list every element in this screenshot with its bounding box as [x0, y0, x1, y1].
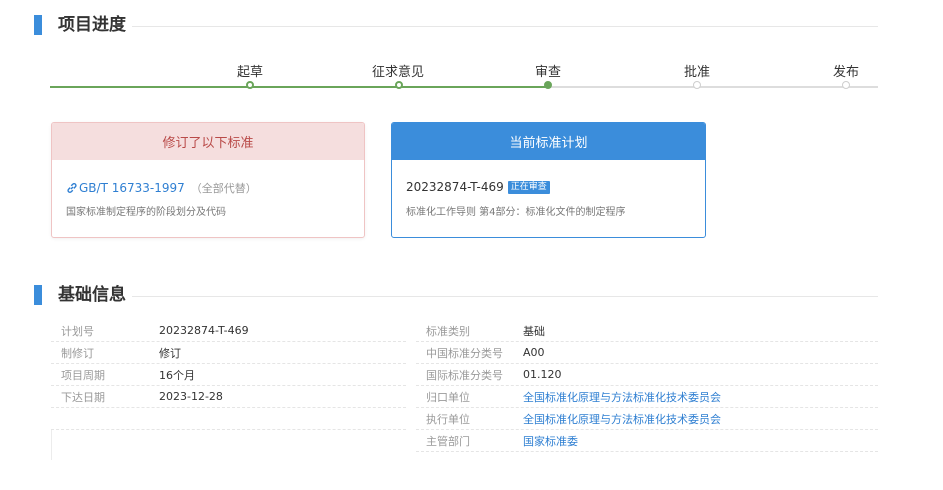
step-dot-draft	[246, 81, 254, 89]
info-row-executing-unit: 执行单位 全国标准化原理与方法标准化技术委员会	[416, 408, 878, 430]
info-row-empty	[51, 408, 406, 430]
current-plan-header: 当前标准计划	[392, 123, 705, 160]
current-plan-name: 标准化工作导则 第4部分：标准化文件的制定程序	[406, 207, 626, 218]
info-label: 制修订	[61, 346, 94, 360]
step-label-publish: 发布	[832, 65, 859, 80]
link-chain-icon	[67, 183, 77, 193]
info-row-ics: 国际标准分类号 01.120	[416, 364, 878, 386]
info-row-ccs: 中国标准分类号 A00	[416, 342, 878, 364]
competent-department-link[interactable]: 国家标准委	[523, 433, 578, 449]
progress-line-todo	[548, 86, 878, 88]
step-label-draft: 起草	[236, 65, 263, 80]
step-dot-approve	[693, 81, 701, 89]
basic-info-section-rule	[132, 296, 878, 297]
section-accent-bar	[34, 15, 42, 35]
info-value: 16个月	[159, 368, 195, 382]
revised-standard-card: 修订了以下标准 GB/T 16733-1997 （全部代替） 国家标准制定程序的…	[51, 122, 365, 238]
step-label-review: 审查	[534, 65, 561, 80]
info-label: 计划号	[61, 324, 94, 338]
info-label: 主管部门	[426, 434, 470, 448]
info-row-plan-number: 计划号 20232874-T-469	[51, 320, 406, 342]
info-label: 标准类别	[426, 324, 470, 338]
info-value: A00	[523, 346, 545, 359]
info-label: 国际标准分类号	[426, 368, 503, 382]
info-value: 20232874-T-469	[159, 324, 249, 337]
progress-section-header: 项目进度	[34, 15, 126, 35]
progress-section-title: 项目进度	[58, 15, 126, 35]
info-row-project-period: 项目周期 16个月	[51, 364, 406, 386]
basic-info-section-header: 基础信息	[34, 285, 126, 305]
info-row-standard-category: 标准类别 基础	[416, 320, 878, 342]
step-dot-comment	[395, 81, 403, 89]
info-label: 下达日期	[61, 390, 105, 404]
info-value: 基础	[523, 324, 545, 338]
info-value: 01.120	[523, 368, 562, 381]
step-dot-review	[544, 81, 552, 89]
info-table-left-border	[51, 430, 52, 460]
revised-standard-code-link[interactable]: GB/T 16733-1997	[79, 181, 185, 195]
revised-standard-line: GB/T 16733-1997 （全部代替）	[66, 180, 257, 196]
info-value: 2023-12-28	[159, 390, 223, 403]
executing-unit-link[interactable]: 全国标准化原理与方法标准化技术委员会	[523, 411, 721, 427]
progress-section-rule	[132, 26, 878, 27]
info-label: 项目周期	[61, 368, 105, 382]
info-label: 归口单位	[426, 390, 470, 404]
step-dot-publish	[842, 81, 850, 89]
info-label: 中国标准分类号	[426, 346, 503, 360]
revised-standard-name: 国家标准制定程序的阶段划分及代码	[66, 207, 226, 218]
info-row-responsible-unit: 归口单位 全国标准化原理与方法标准化技术委员会	[416, 386, 878, 408]
info-row-issue-date: 下达日期 2023-12-28	[51, 386, 406, 408]
current-plan-line: 20232874-T-469 正在审查	[406, 180, 550, 194]
current-plan-card: 当前标准计划 20232874-T-469 正在审查 标准化工作导则 第4部分：…	[391, 122, 706, 238]
info-row-revision-type: 制修订 修订	[51, 342, 406, 364]
step-label-comment: 征求意见	[371, 65, 424, 80]
info-row-competent-department: 主管部门 国家标准委	[416, 430, 878, 452]
info-value: 修订	[159, 346, 181, 360]
step-label-approve: 批准	[683, 65, 710, 80]
info-row-empty	[51, 430, 406, 452]
status-badge: 正在审查	[507, 180, 550, 194]
revised-card-header: 修订了以下标准	[52, 123, 364, 160]
responsible-unit-link[interactable]: 全国标准化原理与方法标准化技术委员会	[523, 389, 721, 405]
current-plan-code: 20232874-T-469	[406, 180, 504, 194]
progress-line-done	[50, 86, 548, 88]
info-label: 执行单位	[426, 412, 470, 426]
section-accent-bar	[34, 285, 42, 305]
basic-info-section-title: 基础信息	[58, 285, 126, 305]
revised-standard-note: （全部代替）	[190, 182, 257, 195]
